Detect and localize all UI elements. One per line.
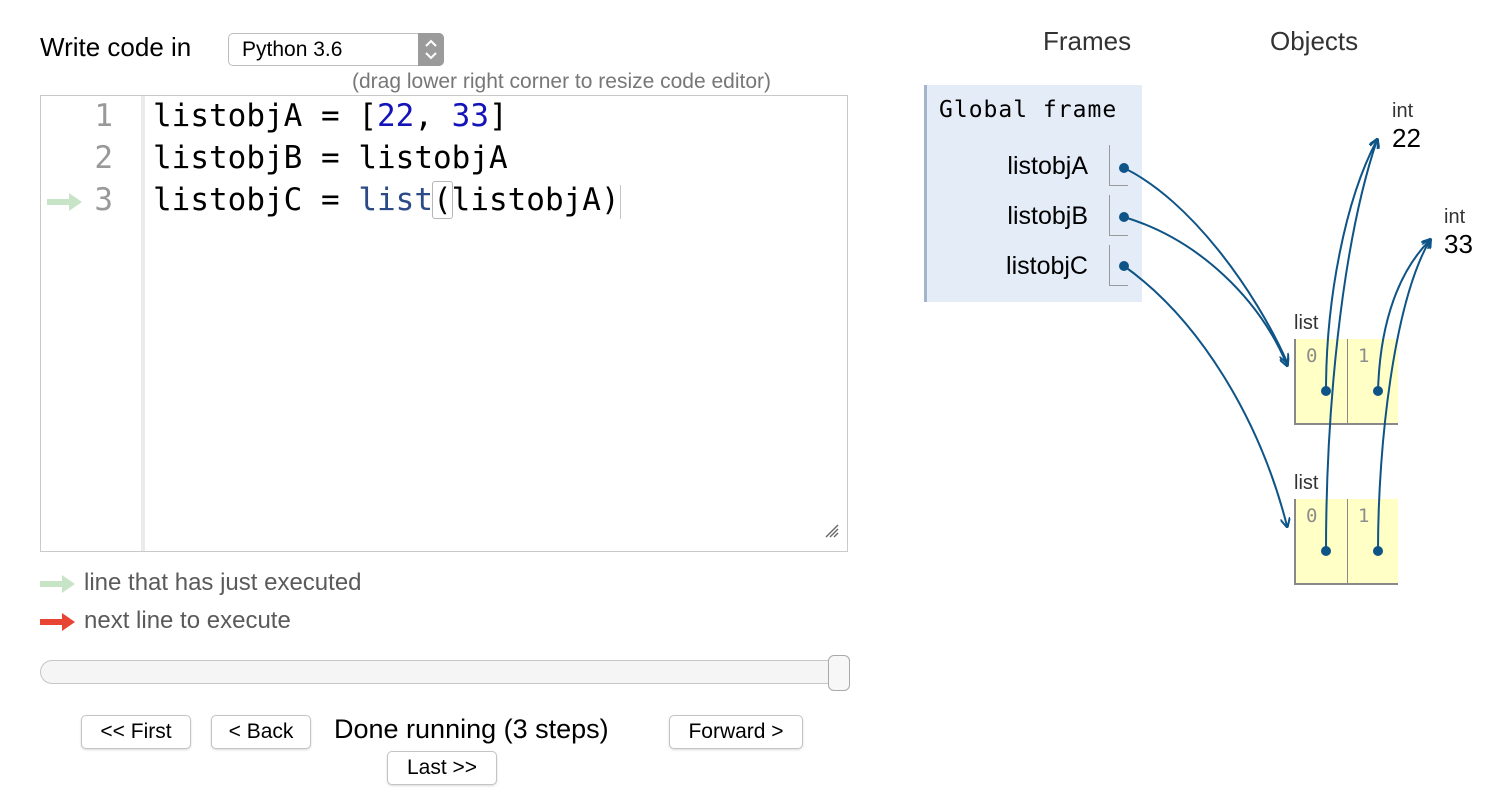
- ref-arrow-list1-0: [1325, 140, 1377, 392]
- reference-arrows: [1119, 0, 1512, 556]
- ref-arrow-listobjC: [1123, 265, 1287, 526]
- ref-arrow-listobjA: [1123, 167, 1287, 362]
- ref-arrow-listobjB: [1123, 216, 1287, 365]
- pointer-dot-listobjC: [1119, 261, 1129, 271]
- pointer-dot-list2-0: [1321, 546, 1331, 556]
- pointer-dot-listobjB: [1119, 212, 1129, 222]
- ref-arrow-list2-1: [1377, 240, 1430, 552]
- ref-arrow-list1-1: [1377, 240, 1430, 392]
- pointer-dot-list2-1: [1373, 546, 1383, 556]
- pointer-dot-list1-0: [1321, 386, 1331, 396]
- pointer-dot-listobjA: [1119, 163, 1129, 173]
- pointer-dot-list1-1: [1373, 386, 1383, 396]
